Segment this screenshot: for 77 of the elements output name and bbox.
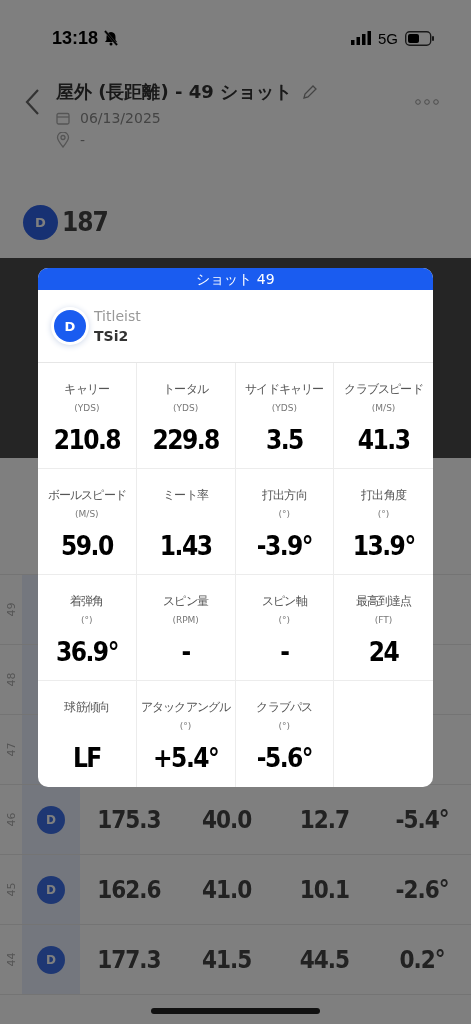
signal-icon (351, 31, 371, 45)
shot-value: 40.0 (201, 805, 253, 834)
shot-value: 10.1 (298, 875, 350, 904)
metric-label: クラブパス (256, 699, 313, 715)
shot-value: 0.2° (398, 945, 446, 974)
metric-unit: (°) (377, 509, 390, 521)
metric-unit: (M/S) (371, 403, 396, 415)
session-location: - (80, 132, 86, 148)
session-title: 屋外 (長距離) - 49 ショット (56, 80, 293, 104)
metric-value: 24 (368, 637, 399, 667)
back-icon[interactable] (24, 88, 40, 116)
metric-value: LF (72, 743, 101, 773)
shot-value: 41.0 (201, 875, 253, 904)
club-badge: D (37, 945, 65, 974)
metric-unit: (RPM) (172, 615, 199, 627)
metric-unit: (YDS) (271, 403, 297, 415)
metric-value: -3.9° (256, 531, 313, 561)
metric-label: ミート率 (163, 487, 209, 503)
shot-value: -2.6° (394, 875, 450, 904)
metric-value: - (181, 637, 190, 667)
metric-value: 59.0 (61, 531, 113, 561)
metric-value: - (280, 637, 289, 667)
metric-unit: (YDS) (74, 403, 100, 415)
metric-label: ボールスピード (47, 487, 127, 503)
club-badge: D (37, 805, 65, 834)
metric-value: 1.43 (159, 531, 212, 561)
club-badge: D (54, 310, 86, 342)
metric-unit: (°) (179, 721, 192, 733)
time: 13:18 (52, 27, 99, 49)
metric-label: サイドキャリー (245, 381, 324, 397)
shot-value: 41.5 (201, 945, 253, 974)
network-label: 5G (378, 29, 398, 47)
metric-unit: (YDS) (173, 403, 199, 415)
metric-label: スピン軸 (261, 593, 307, 609)
summary-value: 187 (62, 207, 108, 237)
location-pin-icon (56, 132, 70, 148)
club-model: TSi2 (94, 328, 130, 344)
shot-value: 12.7 (298, 805, 350, 834)
metric-unit: (°) (278, 721, 291, 733)
shot-value: -5.4° (394, 805, 450, 834)
metric-label: 最高到達点 (355, 593, 412, 609)
metric-label: キャリー (64, 381, 110, 397)
shot-value: 162.6 (96, 875, 162, 904)
club-badge: D (37, 875, 65, 904)
metric-label: トータル (163, 381, 209, 397)
bell-muted-icon (103, 30, 120, 46)
battery-icon (405, 30, 435, 46)
metric-unit: (M/S) (75, 509, 99, 521)
shot-value: 177.3 (96, 945, 162, 974)
metric-unit: (°) (81, 615, 93, 627)
metric-unit: (FT) (374, 615, 393, 627)
more-icon (415, 99, 439, 105)
session-date: 06/13/2025 (80, 110, 161, 126)
calendar-icon (56, 111, 70, 125)
metric-label: 打出角度 (361, 487, 407, 503)
modal-title: ショット 49 (38, 268, 433, 290)
metric-value: 13.9° (352, 531, 415, 561)
metric-unit: (°) (278, 615, 291, 627)
metric-label: クラブスピード (344, 381, 423, 397)
metric-label: 着弾角 (70, 593, 104, 609)
metric-label: 打出方向 (261, 487, 307, 503)
club-badge: D (23, 204, 58, 240)
shot-value: 44.5 (298, 945, 350, 974)
metric-value: 229.8 (152, 425, 219, 455)
metric-value: 3.5 (265, 425, 303, 455)
metric-value: -5.6° (256, 743, 313, 773)
metric-value: 41.3 (357, 425, 410, 455)
shot-value: 175.3 (96, 805, 162, 834)
metric-label: アタックアングル (140, 699, 231, 715)
metric-value: 210.8 (53, 425, 121, 455)
metric-label: スピン量 (163, 593, 209, 609)
metric-unit: (°) (278, 509, 291, 521)
metric-value: +5.4° (153, 743, 219, 773)
metric-label: 球筋傾向 (64, 699, 110, 715)
metric-value: 36.9° (55, 637, 118, 667)
club-brand: Titleist (94, 308, 141, 324)
pencil-icon (302, 84, 319, 100)
